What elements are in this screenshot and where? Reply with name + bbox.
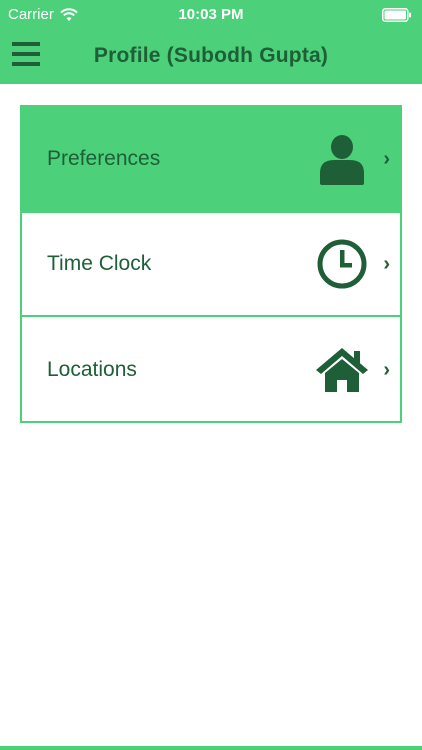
screen: Carrier 10:03 PM Profile (Subodh Gupta) … xyxy=(0,0,422,750)
menu-item-time-clock[interactable]: Time Clock › xyxy=(22,213,400,317)
menu-item-label: Preferences xyxy=(47,147,161,170)
menu-item-label: Locations xyxy=(47,358,137,381)
person-icon xyxy=(320,135,364,185)
menu-item-preferences[interactable]: Preferences › xyxy=(22,107,400,213)
clock-icon xyxy=(317,239,367,289)
page-title: Profile (Subodh Gupta) xyxy=(93,44,329,67)
chevron-right-icon: › xyxy=(383,358,390,381)
battery-icon xyxy=(382,8,411,22)
bottom-divider xyxy=(0,746,422,750)
menu-item-locations[interactable]: Locations › xyxy=(22,317,400,423)
status-bar: Carrier 10:03 PM xyxy=(0,0,422,30)
chevron-right-icon: › xyxy=(383,252,390,275)
nav-bar: Profile (Subodh Gupta) xyxy=(0,30,422,84)
chevron-right-icon: › xyxy=(383,147,390,170)
house-icon xyxy=(316,348,368,392)
status-time: 10:03 PM xyxy=(178,6,244,23)
profile-menu-list: Preferences › Time Clock › Locations › xyxy=(20,105,402,423)
menu-item-label: Time Clock xyxy=(47,252,152,275)
